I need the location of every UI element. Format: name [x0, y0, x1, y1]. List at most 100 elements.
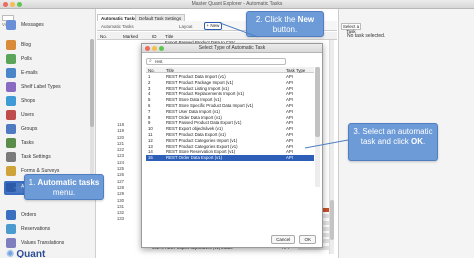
dialog-search-input[interactable]: ⌕ rest — [146, 58, 286, 65]
dialog-row-title: REST Passed Product Data Export (v1) — [166, 120, 242, 126]
sidebar-item-label: Groups — [21, 126, 38, 132]
dialog-row-type: API — [286, 114, 293, 120]
dialog-row-type: API — [286, 91, 293, 97]
sidebar-item-shops[interactable]: Shops — [6, 95, 94, 107]
logo-text: Quant — [16, 249, 46, 258]
dialog-row-no: 5 — [148, 97, 151, 103]
dialog-close-icon[interactable] — [145, 46, 150, 51]
dialog-row-no: 2 — [148, 79, 151, 85]
quant-logo: ✺ Quant — [6, 249, 45, 258]
dialog-row-title: REST Product Data Import (v1) — [166, 74, 226, 79]
orders-icon — [6, 210, 16, 220]
dialog-row-no: 1 — [148, 74, 151, 79]
col-title[interactable]: Title — [165, 34, 173, 39]
dialog-row-no: 15 — [148, 155, 153, 161]
sidebar-item-label: Polls — [21, 56, 32, 62]
dialog-row-title: REST Order Data Import (v1) — [166, 114, 222, 120]
sidebar-scrollbar[interactable] — [90, 39, 94, 189]
select-task-button[interactable]: Select a Task — [341, 23, 361, 34]
window-title: Master Quant Explorer - Automatic Tasks — [191, 1, 283, 7]
dialog-row-no: 9 — [148, 120, 151, 126]
group-icon — [6, 124, 16, 134]
dialog-minimize-icon[interactable] — [152, 46, 157, 51]
translations-icon — [6, 238, 16, 248]
dialog-row-type: API — [286, 74, 293, 79]
col-marked[interactable]: Marked — [123, 34, 138, 39]
dialog-row-no: 10 — [148, 126, 153, 132]
shop-icon — [6, 96, 16, 106]
layout-button[interactable]: Layout — [177, 23, 195, 30]
sidebar-item-values-translations[interactable]: Values Translations — [6, 237, 94, 249]
sidebar-item-task-settings[interactable]: Task Settings — [6, 151, 94, 163]
dialog-row-title: REST Product Categories Import (v1) — [166, 137, 238, 143]
forms-icon — [6, 166, 16, 176]
dialog-row-no: 6 — [148, 102, 151, 108]
dialog-row-no: 11 — [148, 131, 153, 137]
col-id[interactable]: ID — [152, 34, 157, 39]
sidebar-item-users[interactable]: Users — [6, 109, 94, 121]
sidebar-item-tasks[interactable]: Tasks — [6, 137, 94, 149]
new-button[interactable]: + New — [204, 22, 222, 30]
dialog-row-type: API — [286, 149, 293, 155]
sidebar-item-messages[interactable]: Messages — [6, 19, 94, 31]
dialog-row-title: REST Product Replacements Import (v1) — [166, 91, 245, 97]
message-icon — [6, 20, 16, 30]
dialog-buttons: Cancel OK — [268, 235, 316, 244]
sidebar-item-orders[interactable]: Orders — [6, 209, 94, 221]
dialog-row-no: 14 — [148, 149, 153, 155]
dialog-row-no: 4 — [148, 91, 151, 97]
tasks-icon — [6, 138, 16, 148]
dialog-row-type: API — [286, 85, 293, 91]
dialog-row-no: 8 — [148, 114, 151, 120]
dialog-row-title: REST Order Data Export (v1) — [166, 155, 223, 161]
no-task-text: No task selected. — [347, 33, 386, 39]
dialog-col-no[interactable]: No. — [148, 68, 155, 73]
window-titlebar: Master Quant Explorer - Automatic Tasks — [0, 0, 474, 9]
sidebar-item-reservations[interactable]: Reservations — [6, 223, 94, 235]
sidebar-item-label: Orders — [21, 212, 37, 218]
dialog-scrollbar[interactable] — [315, 67, 320, 187]
dialog-row-no: 12 — [148, 137, 153, 143]
sidebar-item-label: Users — [21, 112, 35, 118]
cancel-button[interactable]: Cancel — [271, 235, 296, 244]
sidebar-item-polls[interactable]: Polls — [6, 53, 94, 65]
dialog-row-type: API — [286, 131, 293, 137]
user-icon — [6, 110, 16, 120]
sidebar-item-label: Blog — [21, 42, 32, 48]
sidebar-item-label: Messages — [21, 22, 44, 28]
dialog-row-type: API — [286, 108, 293, 114]
dialog-row-type: API — [286, 126, 293, 132]
sidebar-item-groups[interactable]: Groups — [6, 123, 94, 135]
row-number: 133 — [116, 216, 124, 222]
dialog-row-title: REST Product Data Export (v1) — [166, 131, 226, 137]
dialog-grid-header: No. Title Task Type — [146, 67, 314, 73]
dialog-col-title[interactable]: Title — [166, 68, 174, 73]
dialog-row-type: API — [286, 143, 293, 149]
sidebar-item-label: Shelf Label Types — [21, 84, 61, 90]
email-icon — [6, 68, 16, 78]
ok-button[interactable]: OK — [299, 235, 316, 244]
dialog-row-no: 3 — [148, 85, 151, 91]
dialog-row-title: REST Product Package Import (v1) — [166, 79, 234, 85]
dialog-row-title: REST Store Reservation Export (v1) — [166, 149, 236, 155]
dialog-row-no: 7 — [148, 108, 151, 114]
sidebar-item-blog[interactable]: Blog — [6, 39, 94, 51]
dialog-maximize-icon[interactable] — [159, 46, 164, 51]
tab-default-task-settings[interactable]: Default Task Settings — [135, 14, 186, 21]
dialog-col-task-type[interactable]: Task Type — [286, 68, 305, 73]
dialog-row-type: API — [286, 137, 293, 143]
sidebar-item-shelf-label-types[interactable]: Shelf Label Types — [6, 81, 94, 93]
dialog-title: Select Type of Automatic Task — [198, 45, 266, 51]
callout-new-button: 2. Click the New button. — [246, 11, 324, 37]
sidebar-item-label: Reservations — [21, 226, 51, 232]
search-icon: ⌕ — [149, 58, 152, 64]
grid-scrollbar[interactable] — [329, 40, 334, 254]
col-no[interactable]: No. — [100, 34, 107, 39]
dialog-row[interactable]: 15 REST Order Data Export (v1) API — [146, 155, 314, 161]
sidebar-item-label: E-mails — [21, 70, 38, 76]
dialog-titlebar: Select Type of Automatic Task — [142, 44, 322, 53]
logo-icon: ✺ — [6, 249, 15, 258]
dialog-row-title: REST Product Listing Import (v1) — [166, 85, 229, 91]
sidebar-item-e-mails[interactable]: E-mails — [6, 67, 94, 79]
dialog-rows: 1 REST Product Data Import (v1) API 2 REST P… — [146, 74, 314, 161]
